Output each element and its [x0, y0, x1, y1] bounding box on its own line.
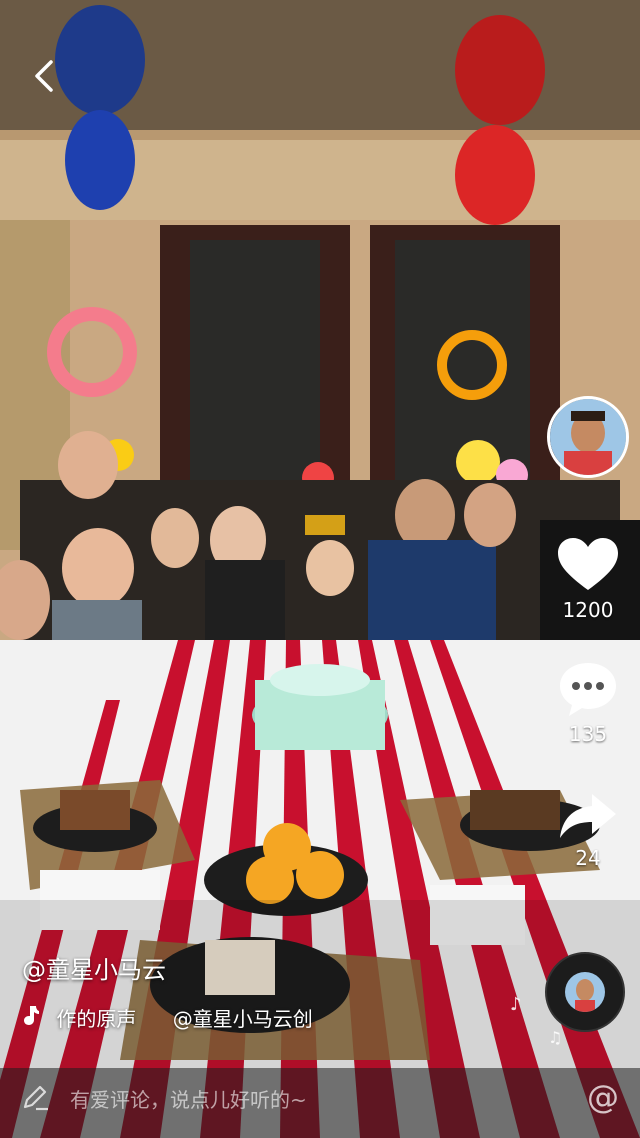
music-marquee[interactable]: 作的原声 @童星小马云创 [22, 1003, 352, 1037]
music-note-float-icon: ♪ [510, 994, 522, 1015]
creator-avatar[interactable] [547, 396, 629, 478]
comment-bar: 有爱评论，说点儿好听的~ @ [0, 1068, 640, 1138]
comment-bubble-icon [560, 663, 616, 716]
mention-button[interactable]: @ [583, 1078, 623, 1118]
like-button[interactable]: 1200 [538, 536, 638, 622]
music-disc[interactable] [545, 952, 625, 1032]
music-prefix: 作的原声 [56, 1007, 137, 1031]
music-note-icon [22, 1004, 40, 1031]
share-count: 24 [575, 846, 601, 870]
chevron-left-icon [35, 60, 53, 92]
comment-button[interactable]: 135 [538, 660, 638, 746]
avatar-image [550, 399, 626, 475]
music-disc-cover [565, 972, 605, 1012]
music-author: @童星小马云创 [172, 1007, 313, 1031]
music-note-float-icon: ♫ [548, 1028, 563, 1047]
share-arrow-icon [560, 794, 616, 838]
like-count: 1200 [562, 598, 614, 622]
pencil-icon [20, 1082, 50, 1116]
heart-icon [558, 538, 618, 590]
back-button[interactable] [26, 56, 62, 96]
author-name[interactable]: @童星小马云 [22, 950, 166, 985]
share-button[interactable]: 24 [538, 790, 638, 870]
comment-count: 135 [568, 722, 608, 746]
comment-input[interactable]: 有爱评论，说点儿好听的~ [70, 1084, 307, 1113]
